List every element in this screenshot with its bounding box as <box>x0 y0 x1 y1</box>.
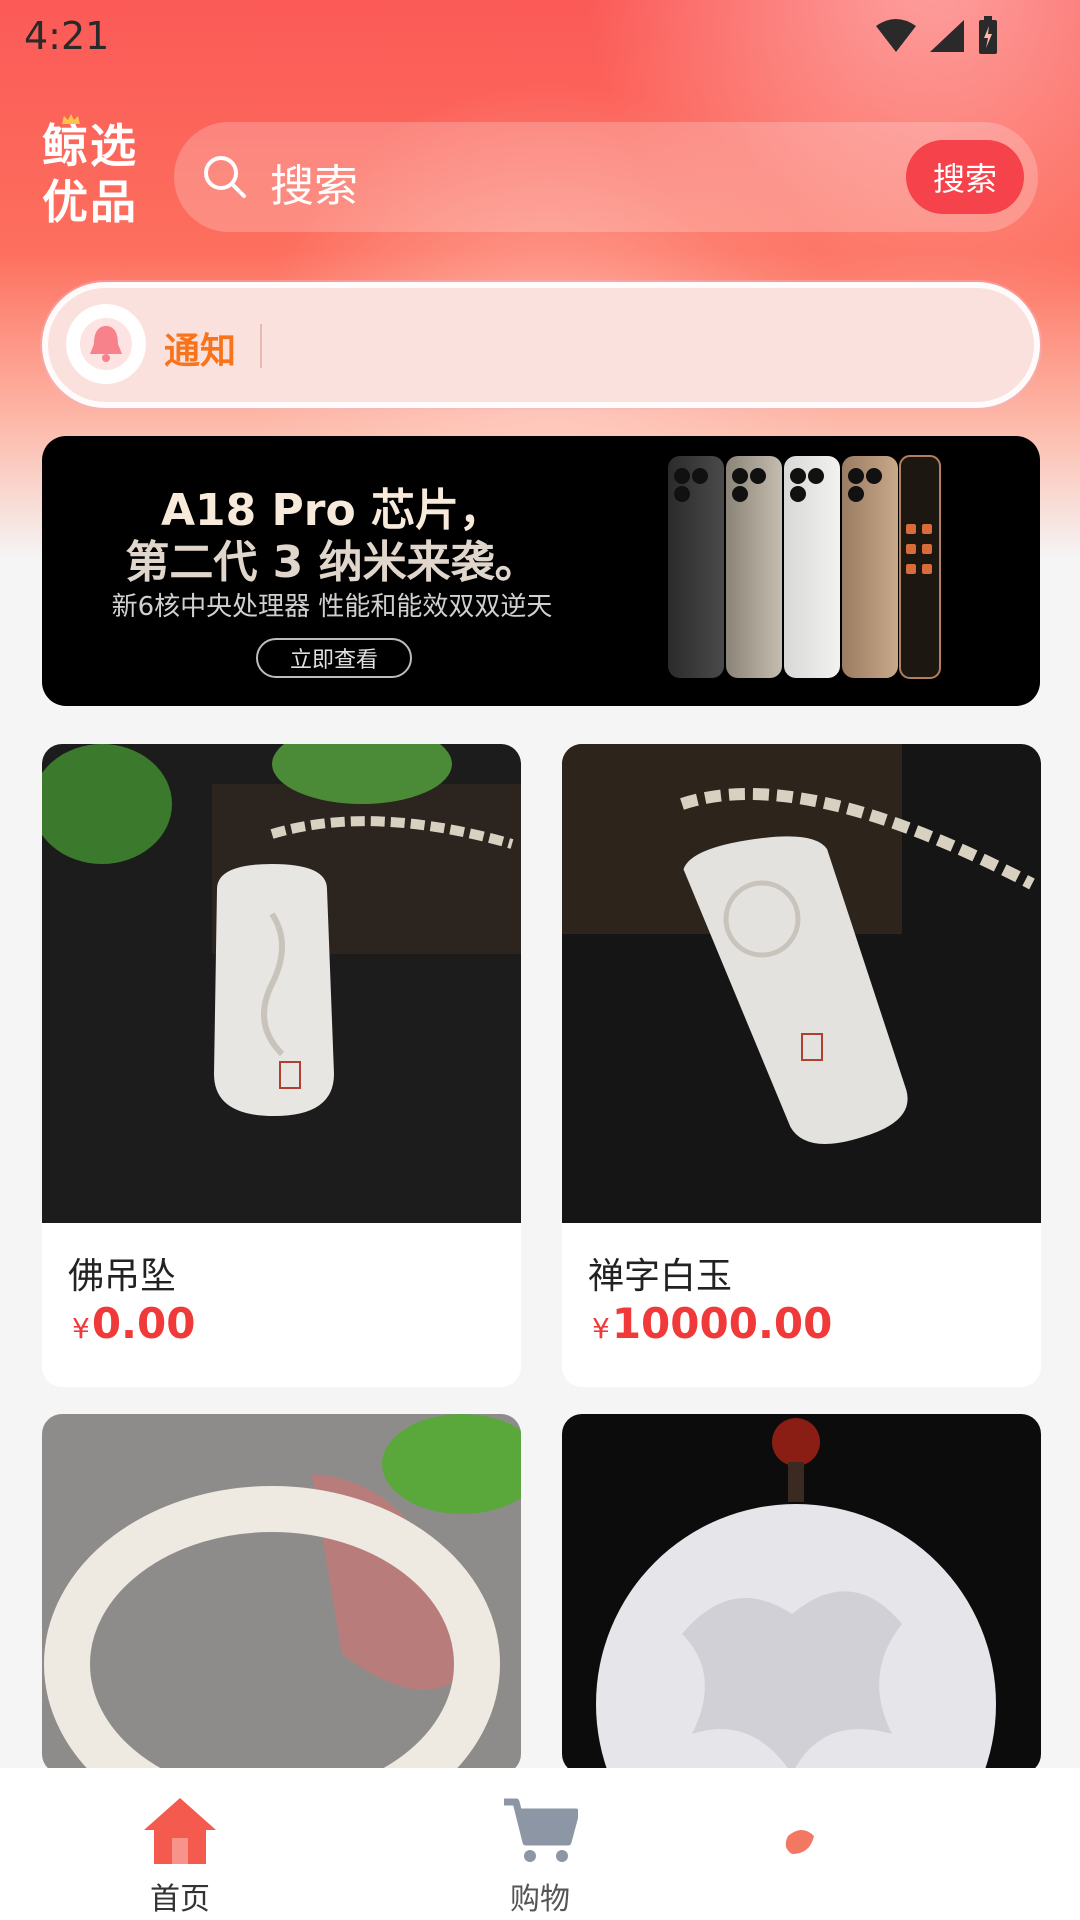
price-currency: ¥ <box>592 1312 610 1345</box>
bottom-tab-bar: 首页 购物 <box>0 1768 1080 1920</box>
product-image <box>42 1414 521 1774</box>
product-card[interactable] <box>42 1414 521 1774</box>
banner-subtitle: 新6核中央处理器 性能和能效双双逆天 <box>111 592 553 622</box>
status-time: 4:21 <box>24 14 110 58</box>
search-placeholder: 搜索 <box>270 161 358 212</box>
product-card[interactable] <box>562 1414 1041 1774</box>
banner-headline2: 第二代 3 纳米来袭。 <box>125 537 539 588</box>
product-price: ¥0.00 <box>72 1299 195 1348</box>
tab-shopping[interactable]: 购物 <box>460 1786 620 1917</box>
notice-bar[interactable]: 通知 <box>42 282 1040 408</box>
product-image <box>562 744 1041 1223</box>
signal-icon <box>930 20 964 52</box>
tab-home[interactable]: 首页 <box>100 1786 260 1917</box>
wifi-icon <box>876 19 916 52</box>
cart-icon <box>504 1798 578 1862</box>
product-card[interactable]: 禅字白玉 ¥10000.00 <box>562 744 1041 1387</box>
profile-icon <box>785 1830 814 1854</box>
search-input[interactable]: 搜索 搜索 <box>174 122 1038 232</box>
product-image <box>562 1414 1041 1774</box>
phones-image <box>668 455 941 679</box>
logo-line1: 鲸选 <box>42 119 138 173</box>
notice-label: 通知 <box>164 331 237 372</box>
price-currency: ¥ <box>72 1312 90 1345</box>
bell-icon <box>80 318 132 370</box>
search-icon <box>204 156 246 198</box>
notice-divider <box>260 324 262 368</box>
tab-home-label: 首页 <box>150 1882 210 1917</box>
product-card[interactable]: 佛吊坠 ¥0.00 <box>42 744 521 1387</box>
app-logo: 鲸选 优品 <box>38 114 142 236</box>
product-price: ¥10000.00 <box>592 1299 832 1348</box>
price-amount: 0.00 <box>91 1299 196 1348</box>
home-icon <box>144 1798 216 1864</box>
product-name: 禅字白玉 <box>588 1256 733 1297</box>
logo-line2: 优品 <box>42 175 138 229</box>
tab-profile[interactable] <box>720 1786 880 1916</box>
product-name: 佛吊坠 <box>68 1256 177 1297</box>
search-button[interactable]: 搜索 <box>906 140 1024 214</box>
notice-bell <box>66 304 146 384</box>
status-bar: 4:21 <box>0 0 1080 76</box>
battery-icon <box>979 16 997 54</box>
tab-shopping-label: 购物 <box>510 1882 570 1917</box>
banner-cta-button[interactable]: 立即查看 <box>256 638 412 678</box>
price-amount: 10000.00 <box>611 1299 833 1348</box>
product-image <box>42 744 521 1223</box>
crown-icon <box>62 114 80 124</box>
promo-banner[interactable]: A18 Pro 芯片， 第二代 3 纳米来袭。 新6核中央处理器 性能和能效双双… <box>42 436 1040 706</box>
